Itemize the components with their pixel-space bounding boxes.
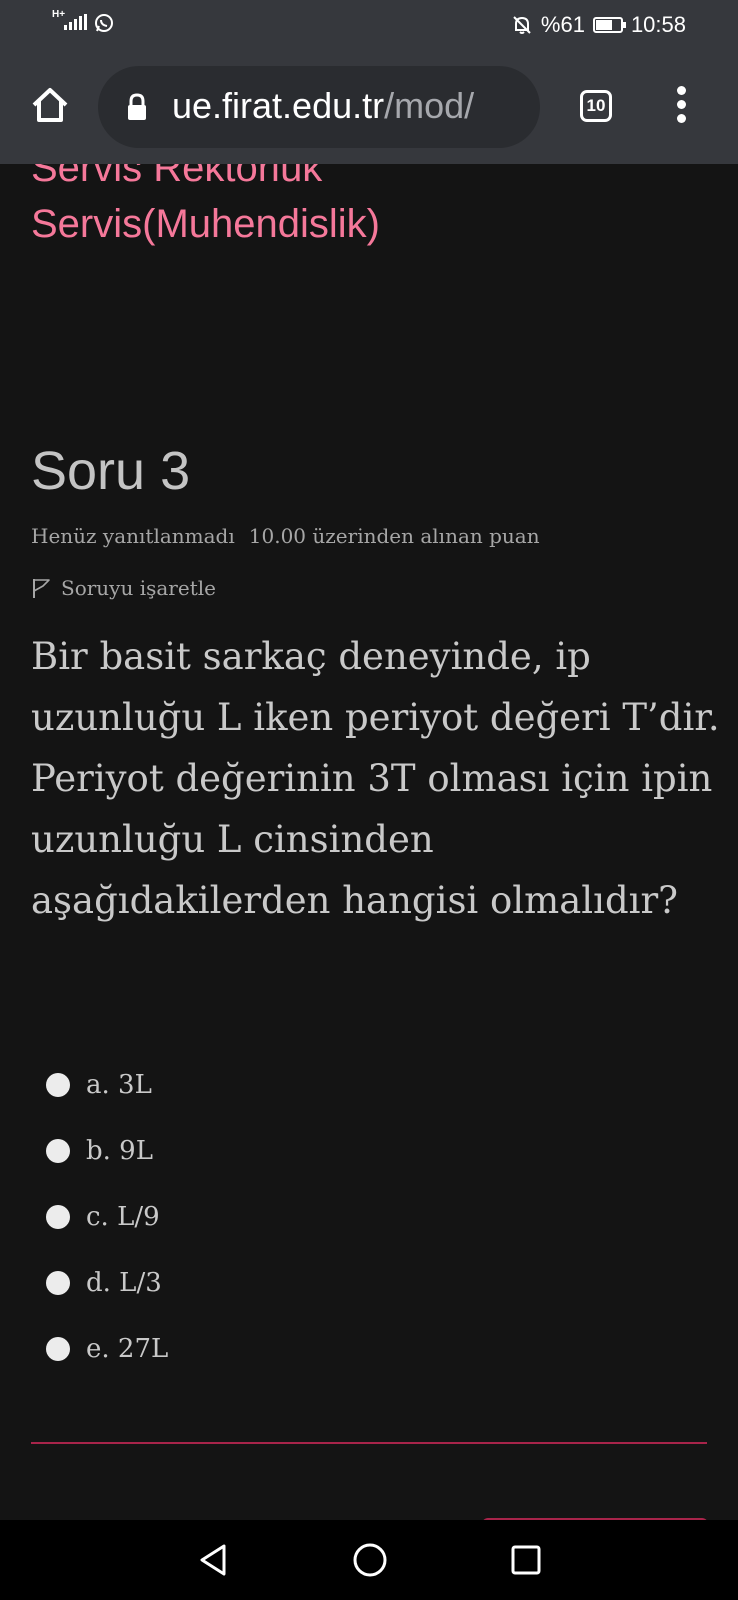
question-info: Henüz yanıtlanmadı 10.00 üzerinden alınan… [31, 524, 540, 548]
home-circle-icon[interactable] [352, 1542, 388, 1578]
previous-answer-text: Servis Rektörlük Servis(Muhendislik) [31, 164, 380, 246]
question-status: Henüz yanıtlanmadı [31, 524, 235, 548]
navigation-bar [0, 1520, 738, 1600]
mute-notification-icon [513, 16, 531, 34]
answer-label: d. L/3 [86, 1268, 162, 1298]
question-text: Bir basit sarkaç deneyinde, ip uzunluğu … [31, 635, 720, 922]
back-icon[interactable] [196, 1542, 230, 1578]
battery-percent: %61 [540, 12, 585, 37]
question-title: Soru 3 [31, 441, 191, 501]
radio-button[interactable] [46, 1205, 70, 1229]
whatsapp-icon [95, 14, 113, 32]
browser-toolbar: ue.firat.edu.tr/mod/ 10 [0, 50, 738, 164]
answer-option-b[interactable]: b. 9L [46, 1118, 168, 1184]
url-path: /mod/ [384, 85, 475, 126]
answer-option-a[interactable]: a. 3L [46, 1052, 168, 1118]
lock-icon [128, 93, 146, 120]
url-domain: ue.firat.edu.tr [172, 85, 385, 126]
page-content: Servis Rektörlük Servis(Muhendislik) Sor… [0, 164, 738, 1520]
question-grade: 10.00 üzerinden alınan puan [248, 524, 540, 548]
battery-icon [592, 17, 626, 33]
flag-question-link[interactable]: Soruyu işaretle [31, 576, 216, 600]
answer-option-e[interactable]: e. 27L [46, 1316, 168, 1382]
tab-switcher-button[interactable]: 10 [580, 90, 612, 122]
flag-icon [33, 579, 50, 598]
answer-label: c. L/9 [86, 1202, 160, 1232]
answer-option-c[interactable]: c. L/9 [46, 1184, 168, 1250]
flag-label: Soruyu işaretle [61, 576, 216, 600]
radio-button[interactable] [46, 1139, 70, 1163]
answer-label: e. 27L [86, 1334, 169, 1364]
address-bar[interactable]: ue.firat.edu.tr/mod/ [98, 66, 540, 148]
answer-label: a. 3L [86, 1070, 152, 1100]
clock: 10:58 [630, 12, 686, 37]
radio-button[interactable] [46, 1271, 70, 1295]
answer-option-d[interactable]: d. L/3 [46, 1250, 168, 1316]
divider [31, 1442, 707, 1444]
recent-apps-icon[interactable] [510, 1544, 542, 1576]
more-menu-icon[interactable] [670, 86, 692, 128]
radio-button[interactable] [46, 1073, 70, 1097]
home-icon[interactable] [28, 83, 72, 127]
answer-options: a. 3L b. 9L c. L/9 d. L/3 e. 27L [46, 1052, 168, 1382]
signal-icon [64, 14, 87, 30]
radio-button[interactable] [46, 1337, 70, 1361]
status-bar: H+ %61 10:58 [0, 0, 738, 50]
url-text: ue.firat.edu.tr/mod/ [172, 85, 532, 127]
answer-label: b. 9L [86, 1136, 153, 1166]
